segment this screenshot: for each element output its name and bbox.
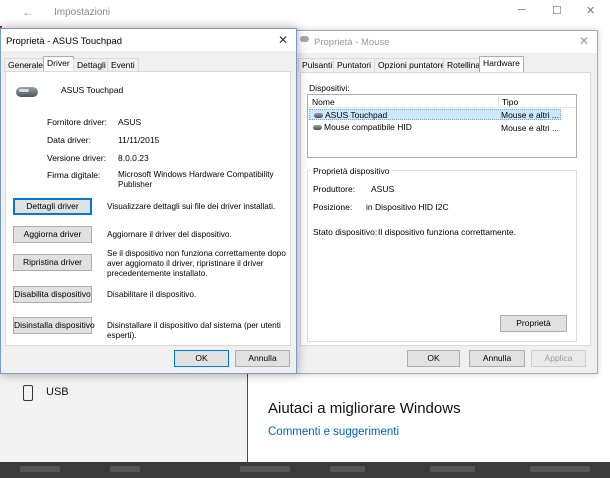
touchpad-dialog-title: Proprietà - ASUS Touchpad xyxy=(6,36,123,47)
close-icon[interactable]: ✕ xyxy=(278,33,288,47)
tab-pulsanti[interactable]: Pulsanti xyxy=(298,58,337,72)
device-name: Mouse compatibile HID xyxy=(324,122,412,132)
feedback-link[interactable]: Commenti e suggerimenti xyxy=(268,426,399,438)
maximize-icon[interactable]: ☐ xyxy=(552,4,562,17)
driver-date-label: Data driver: xyxy=(47,135,91,145)
touchpad-device-icon xyxy=(16,87,38,99)
tab-generale[interactable]: Generale xyxy=(4,58,47,72)
driver-provider-label: Fornitore driver: xyxy=(47,117,107,127)
close-icon[interactable]: ✕ xyxy=(586,4,595,17)
mouse-dialog-titlebar: Proprietà - Mouse ✕ xyxy=(294,31,597,53)
mouse-icon xyxy=(314,113,323,118)
tab-driver[interactable]: Driver xyxy=(43,56,74,72)
apply-button[interactable]: Applica xyxy=(531,350,586,367)
properties-button[interactable]: Proprietà xyxy=(500,315,567,332)
digital-signer-value: Microsoft Windows Hardware Compatibility… xyxy=(118,170,274,189)
taskbar-item xyxy=(240,466,290,472)
tab-opzioni-puntatore[interactable]: Opzioni puntatore xyxy=(374,58,450,72)
taskbar-item xyxy=(330,466,365,472)
location-value: in Dispositivo HID I2C xyxy=(366,202,449,212)
cancel-button[interactable]: Annulla xyxy=(235,350,290,367)
taskbar xyxy=(0,462,610,478)
disable-device-description: Disabilitare il dispositivo. xyxy=(107,290,197,299)
settings-title: Impostazioni xyxy=(54,7,111,18)
tab-rotellina[interactable]: Rotellina xyxy=(443,58,485,72)
driver-version-value: 8.0.0.23 xyxy=(118,153,149,163)
device-properties-label: Proprietà dispositivo xyxy=(311,166,392,176)
device-list-header: Nome Tipo xyxy=(308,95,576,108)
close-icon[interactable]: ✕ xyxy=(579,34,589,48)
taskbar-item xyxy=(110,466,140,472)
taskbar-item xyxy=(20,466,60,472)
location-label: Posizione: xyxy=(313,202,353,212)
device-status-label: Stato dispositivo: xyxy=(313,227,378,237)
manufacturer-value: ASUS xyxy=(371,184,395,194)
tab-hardware[interactable]: Hardware xyxy=(479,56,524,72)
driver-provider-value: ASUS xyxy=(118,117,142,127)
manufacturer-label: Produttore: xyxy=(313,184,356,194)
update-driver-description: Aggiornare il driver del dispositivo. xyxy=(107,230,232,239)
rollback-driver-button[interactable]: Ripristina driver xyxy=(13,254,92,271)
device-type: Mouse e altri ... xyxy=(501,123,560,133)
ok-button[interactable]: OK xyxy=(174,350,229,367)
column-header-type[interactable]: Tipo xyxy=(502,97,518,107)
device-status-value: Il dispositivo funziona correttamente. xyxy=(378,227,516,237)
driver-details-description: Visualizzare dettagli sui file dei drive… xyxy=(107,202,276,211)
device-type: Mouse e altri ... xyxy=(501,110,560,120)
back-arrow-icon[interactable]: ← xyxy=(22,5,34,19)
touchpad-dialog-titlebar: Proprietà - ASUS Touchpad ✕ xyxy=(1,29,296,51)
uninstall-device-button[interactable]: Disinstalla dispositivo xyxy=(13,317,95,334)
driver-details-button[interactable]: Dettagli driver xyxy=(13,198,92,215)
mouse-icon xyxy=(300,36,309,42)
device-list[interactable]: Nome Tipo ASUS Touchpad Mouse e altri ..… xyxy=(307,94,577,158)
driver-version-label: Versione driver: xyxy=(47,153,107,163)
mouse-dialog-title: Proprietà - Mouse xyxy=(314,37,390,48)
update-driver-button[interactable]: Aggiorna driver xyxy=(13,226,92,243)
tab-puntatori[interactable]: Puntatori xyxy=(333,58,376,72)
tab-dettagli[interactable]: Dettagli xyxy=(73,58,110,72)
column-separator xyxy=(498,95,499,107)
devices-label: Dispositivi: xyxy=(309,83,350,93)
mouse-icon xyxy=(313,125,322,130)
device-name: ASUS Touchpad xyxy=(325,110,388,120)
column-header-name[interactable]: Nome xyxy=(312,97,335,107)
cancel-button[interactable]: Annulla xyxy=(469,350,525,367)
pane-divider xyxy=(247,374,248,464)
rollback-driver-description: Se il dispositivo non funziona correttam… xyxy=(107,249,286,278)
tab-eventi[interactable]: Eventi xyxy=(107,58,139,72)
driver-date-value: 11/11/2015 xyxy=(118,135,160,145)
taskbar-item xyxy=(430,466,475,472)
sidebar-item-usb[interactable]: USB xyxy=(46,386,69,398)
minimize-icon[interactable]: ─ xyxy=(518,4,526,16)
device-name: ASUS Touchpad xyxy=(61,85,124,95)
uninstall-device-description: Disinstallare il dispositivo dal sistema… xyxy=(107,321,281,340)
usb-icon xyxy=(23,385,33,401)
disable-device-button[interactable]: Disabilita dispositivo xyxy=(13,286,92,303)
help-title: Aiutaci a migliorare Windows xyxy=(268,400,461,417)
taskbar-item xyxy=(530,466,590,472)
ok-button[interactable]: OK xyxy=(407,350,460,367)
settings-titlebar: ← Impostazioni ─ ☐ ✕ xyxy=(0,0,610,26)
digital-signer-label: Firma digitale: xyxy=(47,170,101,180)
